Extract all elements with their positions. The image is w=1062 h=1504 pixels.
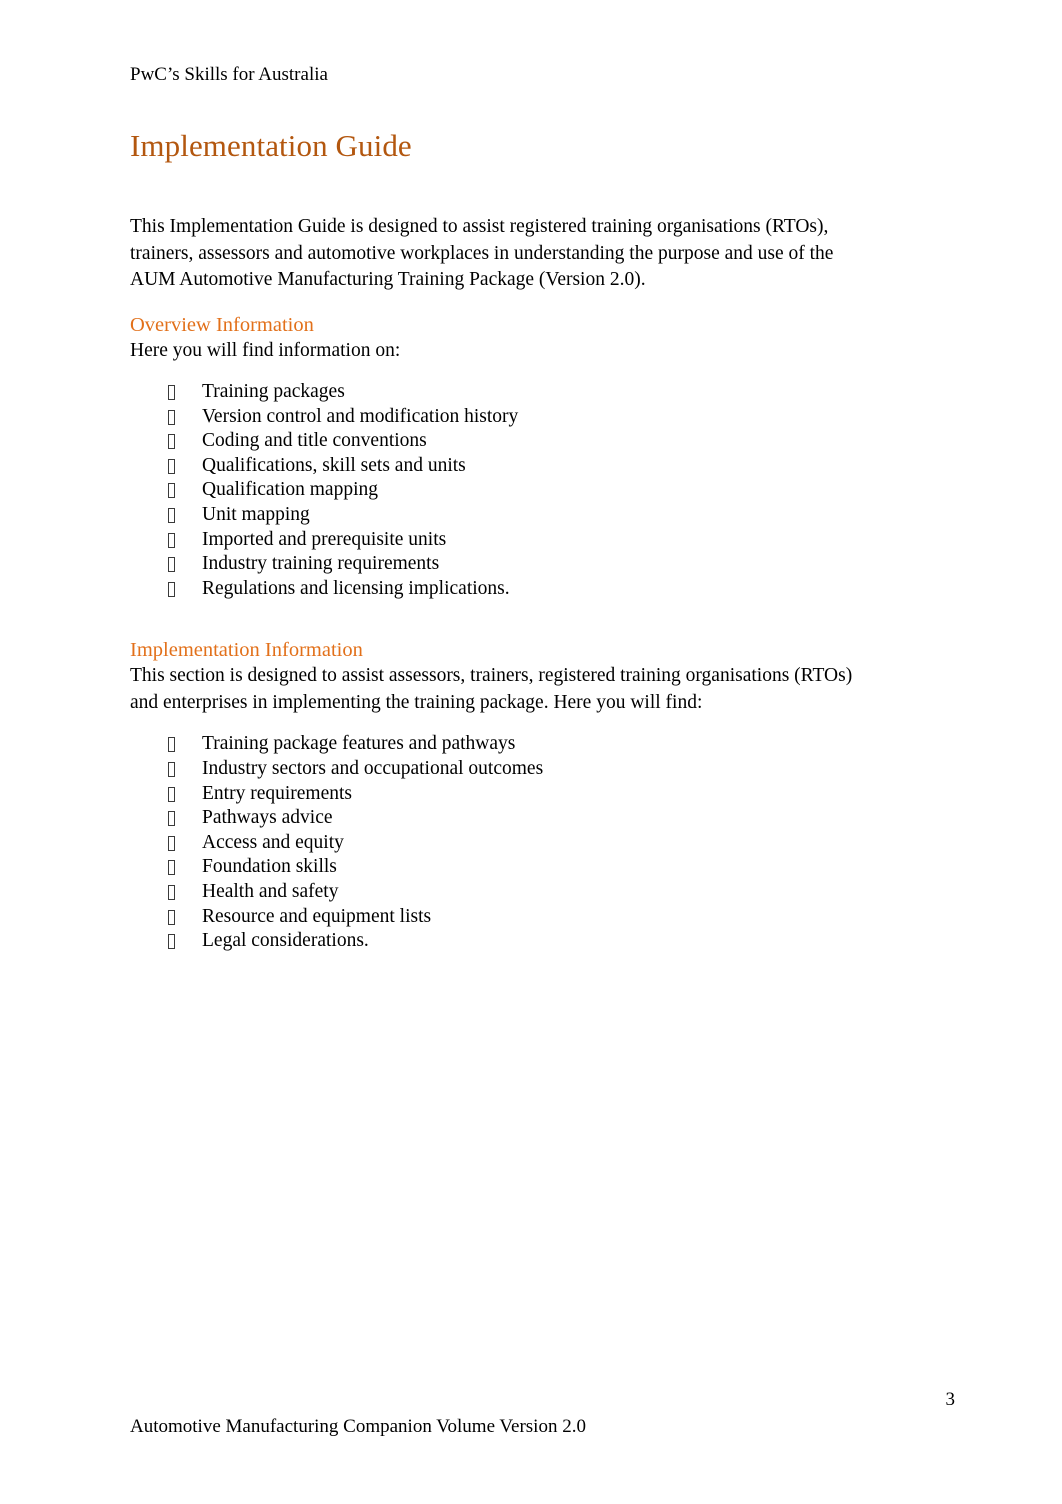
page-title: Implementation Guide [130,128,412,163]
intro-paragraph: This Implementation Guide is designed to… [130,216,834,290]
list-item: Qualifications, skill sets and units [130,454,858,479]
list-item-label: Entry requirements [202,782,352,804]
list-item: Version control and modification history [130,405,858,430]
list-item: Regulations and licensing implications. [130,577,858,602]
list-item: Entry requirements [130,782,858,807]
list-item: Health and safety [130,880,858,905]
missing-glyph-box-icon [168,409,175,425]
list-item: Imported and prerequisite units [130,528,858,553]
list-item-label: Pathways advice [202,807,333,829]
missing-glyph-box-icon [168,884,175,900]
list-item-label: Industry sectors and occupational outcom… [202,757,544,779]
section-lead-implementation-information: This section is designed to assist asses… [130,665,853,713]
list-item: Coding and title conventions [130,429,858,454]
list-item: Industry training requirements [130,552,858,577]
list-item: Resource and equipment lists [130,905,858,930]
missing-glyph-box-icon [168,761,175,777]
page-content: Implementation Guide This Implementation… [130,126,858,954]
list-item-label: Training packages [202,381,345,402]
list-item-label: Coding and title conventions [202,430,427,452]
list-item-label: Resource and equipment lists [202,905,432,927]
missing-glyph-box-icon [168,385,175,400]
missing-glyph-box-icon [168,811,175,827]
list-item-label: Version control and modification history [202,405,519,427]
list-item-label: Qualifications, skill sets and units [202,454,466,476]
bullet-list-overview-information: Training packages Version control and mo… [130,380,858,601]
list-item-label: Imported and prerequisite units [202,528,447,550]
missing-glyph-box-icon [168,483,175,499]
list-item-label: Industry training requirements [202,553,440,575]
running-footer: Automotive Manufacturing Companion Volum… [130,1416,586,1437]
list-item: Access and equity [130,831,858,856]
section-heading-implementation-information: Implementation Information [130,639,363,662]
page-number: 3 [945,1389,956,1410]
missing-glyph-box-icon [168,934,175,950]
section-lead-overview-information: Here you will find information on: [130,339,401,361]
missing-glyph-box-icon [168,860,175,876]
list-item-label: Foundation skills [202,856,337,878]
list-item: Industry sectors and occupational outcom… [130,757,858,782]
list-item-label: Unit mapping [202,503,310,525]
missing-glyph-box-icon [168,786,175,802]
list-item-label: Health and safety [202,880,339,902]
list-item: Qualification mapping [130,478,858,503]
missing-glyph-box-icon [168,434,175,450]
missing-glyph-box-icon [168,737,175,753]
list-item-label: Regulations and licensing implications. [202,577,510,599]
list-item: Training packages [130,380,858,405]
bullet-list-implementation-information: Training package features and pathways I… [130,732,858,953]
section-heading-overview-information: Overview Information [130,313,314,336]
list-item: Pathways advice [130,806,858,831]
missing-glyph-box-icon [168,458,175,474]
missing-glyph-box-icon [168,909,175,925]
document-page: PwC’s Skills for Australia Implementatio… [0,0,1062,1504]
list-item: Unit mapping [130,503,858,528]
list-item-label: Training package features and pathways [202,733,516,755]
running-header: PwC’s Skills for Australia [130,64,328,85]
list-item: Legal considerations. [130,929,858,954]
list-item-label: Legal considerations. [202,930,369,952]
missing-glyph-box-icon [168,557,175,573]
list-item: Foundation skills [130,855,858,880]
list-item-label: Qualification mapping [202,479,378,501]
missing-glyph-box-icon [168,532,175,548]
list-item-label: Access and equity [202,831,344,853]
missing-glyph-box-icon [168,835,175,851]
missing-glyph-box-icon [168,581,175,597]
list-item: Training package features and pathways [130,732,858,757]
missing-glyph-box-icon [168,507,175,523]
